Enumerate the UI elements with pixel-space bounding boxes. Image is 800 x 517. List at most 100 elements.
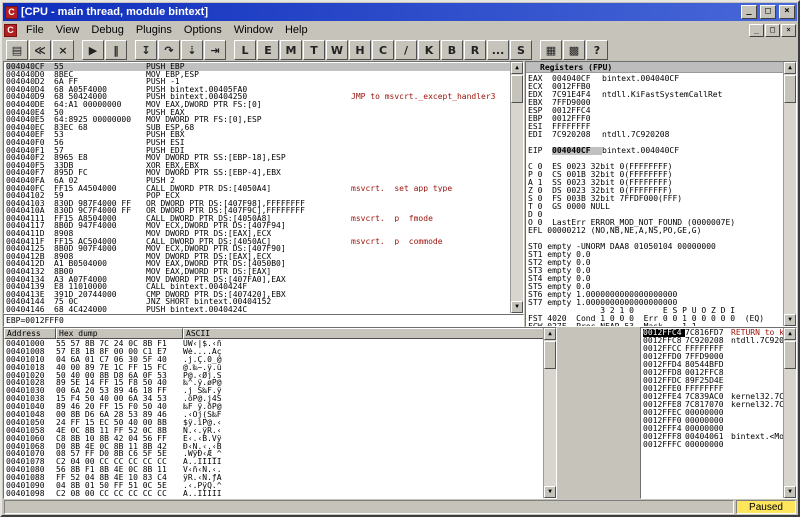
trace-over-button[interactable]: ⇥ xyxy=(204,40,226,60)
dump-row[interactable]: 00401080 56 8B F1 8B 4E 0C 8B 11 V‹ñ‹N.‹… xyxy=(6,466,543,474)
help-button[interactable]: ? xyxy=(586,40,608,60)
disasm-row[interactable]: 004040EF 53 PUSH EBX xyxy=(6,131,510,139)
cpu-window-icon[interactable]: C xyxy=(4,24,17,37)
menu-item[interactable]: File xyxy=(20,23,50,37)
close-program-button[interactable]: × xyxy=(52,40,74,60)
close-button[interactable]: × xyxy=(779,5,795,19)
titlebar[interactable]: C [CPU - main thread, module bintext] _ … xyxy=(3,3,797,21)
letter-button-run-trace[interactable]: ... xyxy=(487,40,509,60)
minimize-button[interactable]: _ xyxy=(741,5,757,19)
disasm-row[interactable]: 0040412D A1 B0504000 MOV EAX,DWORD PTR D… xyxy=(6,260,510,268)
disasm-row[interactable]: 0040413E 391D 20744000 CMP DWORD PTR DS:… xyxy=(6,291,510,299)
menu-item[interactable]: Plugins xyxy=(130,23,178,37)
dump-row[interactable]: 00401068 D0 8B 4E 0C 8B 11 8B 42 Ð‹N.‹.‹… xyxy=(6,443,543,451)
scroll-thumb[interactable] xyxy=(544,341,556,369)
menu-item[interactable]: Options xyxy=(178,23,228,37)
disassembly-pane[interactable]: 004040CF 55 PUSH EBP 004040D0 8BEC MOV E… xyxy=(3,61,524,314)
dump-row[interactable]: 00401078 C2 04 00 CC CC CC CC CC Â..ÌÌÌÌ… xyxy=(6,458,543,466)
registers-pane[interactable]: Registers (FPU) EAX 004040CF bintext.004… xyxy=(525,61,797,327)
run-button[interactable]: ▶ xyxy=(82,40,104,60)
fpu-register-line[interactable]: ST2 empty 0.0 xyxy=(528,259,783,267)
dump-row[interactable]: 00401098 C2 08 00 CC CC CC CC CC Â..ÌÌÌÌ… xyxy=(6,490,543,498)
disasm-row[interactable]: 0040411F FF15 AC504000 CALL DWORD PTR DS… xyxy=(6,238,510,246)
letter-button-references[interactable]: R xyxy=(464,40,486,60)
flag-line[interactable]: Z 0 DS 0023 32bit 0(FFFFFFFF) xyxy=(528,187,783,195)
disasm-row[interactable]: 004040D9 68 50424000 PUSH bintext.004042… xyxy=(6,93,510,101)
pause-button[interactable]: ‖ xyxy=(105,40,127,60)
flag-line[interactable]: S 0 FS 003B 32bit 7FFDF000(FFF) xyxy=(528,195,783,203)
disasm-row[interactable]: 00404139 E8 11010000 CALL bintext.004042… xyxy=(6,283,510,291)
flag-line[interactable]: C 0 ES 0023 32bit 0(FFFFFFFF) xyxy=(528,163,783,171)
registers-pane-title[interactable]: Registers (FPU) xyxy=(526,62,783,73)
dump-row[interactable]: 00401090 04 8B 01 50 FF 51 0C 5E .‹.PÿQ.… xyxy=(6,482,543,490)
scroll-down-icon[interactable]: ▼ xyxy=(784,486,796,498)
letter-button-cpu[interactable]: C xyxy=(372,40,394,60)
letter-button-executables[interactable]: E xyxy=(257,40,279,60)
fpu-register-line[interactable]: ST4 empty 0.0 xyxy=(528,275,783,283)
info-pane[interactable]: EBP=0012FFF0 xyxy=(3,314,524,327)
mdi-minimize-button[interactable]: _ xyxy=(749,24,764,37)
disasm-row[interactable]: 004040FC FF15 A4504000 CALL DWORD PTR DS… xyxy=(6,185,510,193)
scroll-down-icon[interactable]: ▼ xyxy=(784,314,796,326)
disasm-row[interactable]: 004040F2 8965 E8 MOV DWORD PTR SS:[EBP-1… xyxy=(6,154,510,162)
registers-scrollbar[interactable]: ▲ ▼ xyxy=(783,62,796,326)
scroll-up-icon[interactable]: ▲ xyxy=(784,328,796,340)
dump-header-address[interactable]: Address xyxy=(4,328,56,339)
flag-line[interactable]: EFL 00000212 (NO,NB,NE,A,NS,PO,GE,G) xyxy=(528,227,783,235)
letter-button-log[interactable]: L xyxy=(234,40,256,60)
scroll-thumb[interactable] xyxy=(511,75,523,103)
step-over-button[interactable]: ↷ xyxy=(158,40,180,60)
scroll-up-icon[interactable]: ▲ xyxy=(784,62,796,74)
disasm-row[interactable]: 0040411D 8908 MOV DWORD PTR DS:[EAX],ECX xyxy=(6,230,510,238)
disasm-row[interactable]: 004040FA 6A 02 PUSH 2 xyxy=(6,177,510,185)
letter-button-source[interactable]: S xyxy=(510,40,532,60)
dump-row[interactable]: 00401060 C8 8B 10 8B 42 04 56 FF È‹.‹B.V… xyxy=(6,435,543,443)
dump-row[interactable]: 00401048 00 8B D6 6A 28 53 89 46 .‹Öj(S‰… xyxy=(6,411,543,419)
flag-line[interactable]: P 0 CS 001B 32bit 0(FFFFFFFF) xyxy=(528,171,783,179)
dump-header-hex[interactable]: Hex dump xyxy=(56,328,183,339)
disasm-scrollbar[interactable]: ▲ ▼ xyxy=(510,62,523,313)
trace-into-button[interactable]: ⇣ xyxy=(181,40,203,60)
maximize-button[interactable]: □ xyxy=(760,5,776,19)
step-into-button[interactable]: ↧ xyxy=(135,40,157,60)
dump-row[interactable]: 00401030 00 6A 20 53 89 46 18 FF .j S‰F.… xyxy=(6,387,543,395)
fpu-register-line[interactable]: ST5 empty 0.0 xyxy=(528,283,783,291)
fpu-register-line[interactable]: ST1 empty 0.0 xyxy=(528,251,783,259)
letter-button-breakpoints[interactable]: B xyxy=(441,40,463,60)
mdi-restore-button[interactable]: □ xyxy=(765,24,780,37)
scroll-track[interactable] xyxy=(784,340,796,486)
disasm-row[interactable]: 004040F5 33DB XOR EBX,EBX xyxy=(6,162,510,170)
disasm-row[interactable]: 004040EC 83EC 68 SUB ESP,68 xyxy=(6,124,510,132)
scroll-thumb[interactable] xyxy=(784,341,796,369)
disasm-row[interactable]: 004040F0 56 PUSH ESI xyxy=(6,139,510,147)
dump-pane[interactable]: Address Hex dump ASCII 00401000 55 57 8B… xyxy=(3,327,557,499)
fpu-register-line[interactable]: ST3 empty 0.0 xyxy=(528,267,783,275)
dump-row[interactable]: 00401058 4E 0C 8B 11 FF 52 0C 8B N.‹.ÿR.… xyxy=(6,427,543,435)
dump-row[interactable]: 00401018 40 00 89 7E 1C FF 15 FC @.‰~.ÿ.… xyxy=(6,364,543,372)
disasm-row[interactable]: 00404146 68 4C424000 PUSH bintext.004042… xyxy=(6,306,510,313)
menu-item[interactable]: Debug xyxy=(85,23,129,37)
disasm-row[interactable]: 004040E5 64:8925 00000000 MOV DWORD PTR … xyxy=(6,116,510,124)
disasm-row[interactable]: 004040F1 57 PUSH EDI xyxy=(6,147,510,155)
dump-row[interactable]: 00401010 04 6A 01 C7 06 30 5F 40 .j.Ç.0_… xyxy=(6,356,543,364)
register-row[interactable]: EDI 7C920208 ntdll.7C920208 xyxy=(528,131,783,139)
flag-line[interactable]: D 0 xyxy=(528,211,783,219)
restart-button[interactable]: ≪ xyxy=(29,40,51,60)
dump-row[interactable]: 00401038 15 F4 50 40 00 6A 34 53 .ôP@.j4… xyxy=(6,395,543,403)
scroll-track[interactable] xyxy=(511,74,523,301)
disasm-row[interactable]: 004040D4 68 A05F4000 PUSH bintext.00405F… xyxy=(6,86,510,94)
disasm-row[interactable]: 00404103 830D 987F4000 FF OR DWORD PTR D… xyxy=(6,200,510,208)
disasm-row[interactable]: 00404117 8B0D 947F4000 MOV ECX,DWORD PTR… xyxy=(6,222,510,230)
scroll-track[interactable] xyxy=(784,74,796,314)
letter-button-windows[interactable]: W xyxy=(326,40,348,60)
scroll-down-icon[interactable]: ▼ xyxy=(544,486,556,498)
dump-row[interactable]: 00401088 FF 52 04 8B 4E 10 83 C4 ÿR.‹N.ƒ… xyxy=(6,474,543,482)
register-row[interactable]: EIP 004040CF bintext.004040CF xyxy=(528,147,783,155)
disasm-row[interactable]: 004040E4 50 PUSH EAX xyxy=(6,109,510,117)
disasm-row[interactable]: 0040410A 830D 9C7F4000 FF OR DWORD PTR D… xyxy=(6,207,510,215)
menu-item[interactable]: View xyxy=(50,23,86,37)
flag-line[interactable]: T 0 GS 0000 NULL xyxy=(528,203,783,211)
disasm-row[interactable]: 00404134 A3 A07F4000 MOV DWORD PTR DS:[4… xyxy=(6,276,510,284)
disasm-row[interactable]: 00404111 FF15 A8504000 CALL DWORD PTR DS… xyxy=(6,215,510,223)
disasm-row[interactable]: 0040412B 8908 MOV DWORD PTR DS:[EAX],ECX xyxy=(6,253,510,261)
